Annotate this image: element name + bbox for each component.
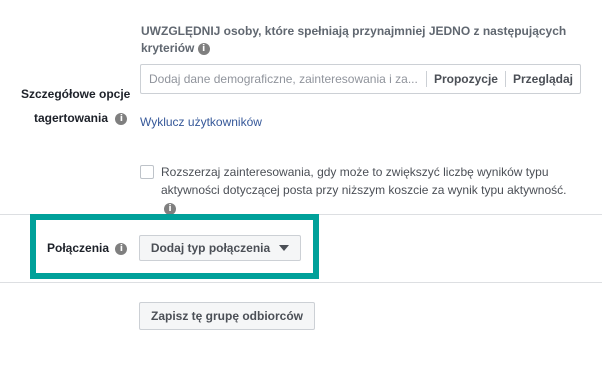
- info-icon[interactable]: i: [197, 42, 210, 55]
- section-label-line2: tagertowania i: [34, 111, 128, 125]
- expand-interests-checkbox[interactable]: [140, 165, 154, 179]
- caret-down-icon: [279, 245, 290, 251]
- expand-interests-text: Rozszerzaj zainteresowania, gdy może to …: [161, 165, 567, 197]
- expand-interests-label: Rozszerzaj zainteresowania, gdy może to …: [161, 163, 581, 217]
- detailed-targeting-search[interactable]: Propozycje Przeglądaj: [140, 64, 581, 94]
- connections-label-text: Połączenia: [47, 241, 110, 255]
- connections-label: Połączenia i: [47, 241, 128, 255]
- info-icon[interactable]: i: [115, 112, 128, 125]
- suggestions-button[interactable]: Propozycje: [427, 72, 505, 86]
- section-label-line1: Szczegółowe opcje: [21, 87, 131, 101]
- info-icon[interactable]: i: [115, 242, 128, 255]
- save-audience-label: Zapisz tę grupę odbiorców: [150, 309, 303, 323]
- add-connection-type-button[interactable]: Dodaj typ połączenia: [139, 235, 301, 261]
- browse-button[interactable]: Przeglądaj: [506, 72, 580, 86]
- add-connection-type-label: Dodaj typ połączenia: [150, 241, 271, 255]
- detailed-targeting-input[interactable]: [141, 66, 426, 92]
- exclude-people-link[interactable]: Wyklucz użytkowników: [140, 115, 262, 129]
- section-divider: [0, 282, 602, 283]
- include-criteria-heading: UWZGLĘDNIJ osoby, które spełniają przyna…: [141, 23, 581, 57]
- save-audience-button[interactable]: Zapisz tę grupę odbiorców: [139, 302, 315, 330]
- section-label-text: tagertowania: [34, 111, 109, 125]
